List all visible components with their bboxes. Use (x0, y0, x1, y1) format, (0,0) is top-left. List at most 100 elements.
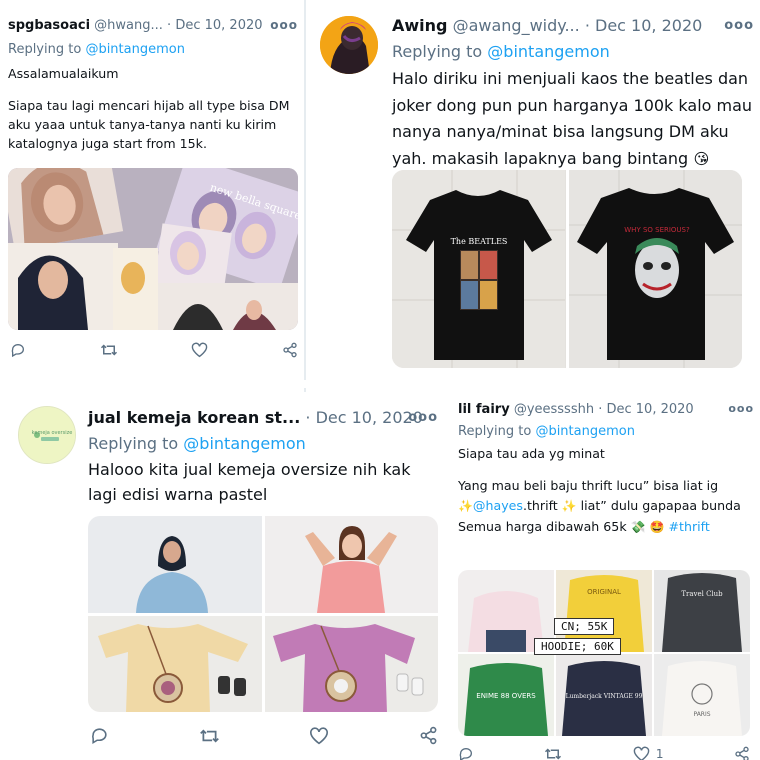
like-button[interactable]: 1 (633, 746, 664, 760)
tweet-awing[interactable]: Awing @awang_widy... · Dec 10, 2020 ooo … (306, 0, 760, 380)
tweet-text: Halooo kita jual kemeja oversize nih kak… (88, 458, 440, 507)
more-options-button[interactable]: ooo (724, 18, 754, 33)
tweet-text-line: Semua harga dibawah 65k 💸 🤩 #thrift (458, 517, 756, 538)
tweet-text-fragment: liat” dulu gapapaa bunda (580, 498, 741, 514)
author-name[interactable]: lil fairy (458, 402, 510, 417)
pink-shirt-model-image (264, 516, 438, 613)
heart-icon (310, 726, 329, 744)
retweet-icon (199, 729, 219, 742)
heart-icon (633, 746, 650, 760)
tweet-header: jual kemeja korean st... · Dec 10, 2020 (88, 408, 423, 427)
grey-sweater-image: Travel Club (654, 570, 750, 652)
replying-to-label: Replying to (8, 42, 82, 57)
blue-shirt-model-image (88, 516, 262, 613)
retweet-button[interactable] (100, 342, 118, 358)
tweet-text: Halo diriku ini menjuali kaos the beatle… (392, 66, 754, 172)
price-tag-hoodie: HOODIE; 60K (534, 638, 621, 655)
photo-navy-sweater: Lumberjack VINTAGE 99 (556, 654, 652, 736)
joker-tshirt-photo: WHY SO SERIOUS? (568, 170, 742, 368)
tweet-text-gap (8, 83, 300, 96)
tweet-text-line: Yang mau beli baju thrift lucu” bisa lia… (458, 476, 756, 517)
beatles-tshirt-image: The BEATLES (392, 170, 565, 368)
like-count: 1 (655, 747, 664, 760)
share-icon (283, 342, 297, 358)
retweet-icon (100, 344, 117, 356)
tweet-header: lil fairy @yeesssshh · Dec 10, 2020 (458, 402, 694, 417)
replying-to: Replying to @bintangemon (392, 42, 610, 61)
photo-yellow-shirt-flatlay (88, 615, 262, 712)
star-eyes-emoji: 🤩 (649, 519, 665, 534)
avatar-logo-text: kemeja oversize (32, 430, 73, 436)
tweet-lil-fairy[interactable]: lil fairy @yeesssshh · Dec 10, 2020 ooo … (454, 392, 760, 760)
price-tag-cn: CN; 55K (554, 618, 615, 635)
reply-icon (459, 748, 472, 760)
tweet-header: Awing @awang_widy... · Dec 10, 2020 (392, 16, 702, 35)
author-handle[interactable]: @awang_widy... (453, 16, 580, 35)
replying-to-mention[interactable]: @bintangemon (85, 42, 185, 57)
retweet-button[interactable] (544, 746, 562, 760)
replying-to: Replying to @bintangemon (458, 424, 635, 439)
author-handle[interactable]: @hwang... (94, 18, 163, 33)
tweet-date[interactable]: Dec 10, 2020 (175, 18, 262, 33)
tweet-image-tshirts[interactable]: The BEATLES WHY SO SERIOUS? (392, 170, 742, 368)
sweater-print-text: Lumberjack VINTAGE 99 (566, 693, 643, 700)
share-button[interactable] (282, 342, 298, 358)
author-handle[interactable]: @yeesssshh (514, 402, 594, 417)
separator-dot: · (584, 16, 590, 35)
tweet-image-thrift-collage[interactable]: ORIGINAL Travel Club ENIME 88 OVERS Lumb… (458, 570, 750, 736)
hashtag-thrift[interactable]: #thrift (668, 519, 709, 534)
tweet-text-line: Siapa tau lagi mencari hijab all type bi… (8, 97, 290, 151)
share-button[interactable] (734, 746, 750, 760)
replying-to-label: Replying to (88, 434, 179, 453)
tweet-date[interactable]: Dec 10, 2020 (595, 16, 702, 35)
joker-print-text: WHY SO SERIOUS? (624, 226, 690, 234)
tweet-image-grid[interactable] (88, 516, 438, 712)
author-name[interactable]: spgbasoaci (8, 18, 90, 33)
yellow-shirt-flatlay-image (88, 615, 262, 712)
tweet-spgbasoaci[interactable]: spgbasoaci @hwang... · Dec 10, 2020 ooo … (0, 0, 304, 372)
reply-button[interactable] (90, 726, 109, 745)
more-options-button[interactable]: ooo (270, 18, 298, 32)
more-options-button[interactable]: ooo (408, 410, 438, 425)
tweet-text-fragment: Yang mau beli baju thrift lucu” bisa lia… (458, 478, 719, 494)
photo-purple-shirt-flatlay (264, 615, 438, 712)
avatar-image (320, 16, 378, 74)
replying-to-mention[interactable]: @bintangemon (535, 424, 635, 439)
beatles-tshirt-photo: The BEATLES (392, 170, 566, 368)
reply-button[interactable] (10, 342, 26, 358)
tweet-header: spgbasoaci @hwang... · Dec 10, 2020 (8, 18, 263, 33)
tweet-date[interactable]: Dec 10, 2020 (607, 402, 694, 417)
ig-handle-mention[interactable]: @hayes (473, 498, 523, 513)
more-options-button[interactable]: ooo (728, 402, 754, 415)
row-divider (0, 380, 760, 388)
replying-to: Replying to @bintangemon (88, 434, 306, 453)
share-icon (420, 726, 437, 745)
reply-button[interactable] (458, 746, 474, 760)
avatar[interactable] (320, 16, 378, 74)
tweet-jual-kemeja[interactable]: kemeja oversize jual kemeja korean st...… (0, 392, 448, 760)
share-button[interactable] (419, 726, 438, 745)
tweet-actions (90, 726, 438, 745)
sweater-print-text: PARIS (693, 711, 710, 718)
ig-handle-suffix: .thrift (522, 498, 558, 514)
replying-to-label: Replying to (392, 42, 483, 61)
author-name[interactable]: Awing (392, 16, 448, 35)
retweet-icon (545, 748, 562, 760)
replying-to-mention[interactable]: @bintangemon (183, 434, 305, 453)
photo-green-sweater: ENIME 88 OVERS (458, 654, 554, 736)
hijab-collage-image: new bella square (8, 168, 298, 330)
separator-dot: · (305, 408, 311, 427)
replying-to-mention[interactable]: @bintangemon (487, 42, 609, 61)
sparkle-emoji: ✨ (561, 499, 577, 514)
retweet-button[interactable] (199, 727, 220, 745)
kiss-emoji: 😘 (693, 149, 710, 168)
tweet-text: Assalamualaikum Siapa tau lagi mencari h… (8, 64, 300, 153)
like-button[interactable] (191, 342, 208, 358)
tweet-image-hijab-collage[interactable]: new bella square (8, 168, 298, 330)
tweet-date[interactable]: Dec 10, 2020 (316, 408, 423, 427)
author-name[interactable]: jual kemeja korean st... (88, 408, 300, 427)
avatar[interactable]: kemeja oversize (18, 406, 76, 464)
like-button[interactable] (309, 726, 329, 745)
tweet-text-line: Assalamualaikum (8, 66, 119, 81)
tweet-text-fragment: Semua harga dibawah 65k (458, 518, 627, 534)
